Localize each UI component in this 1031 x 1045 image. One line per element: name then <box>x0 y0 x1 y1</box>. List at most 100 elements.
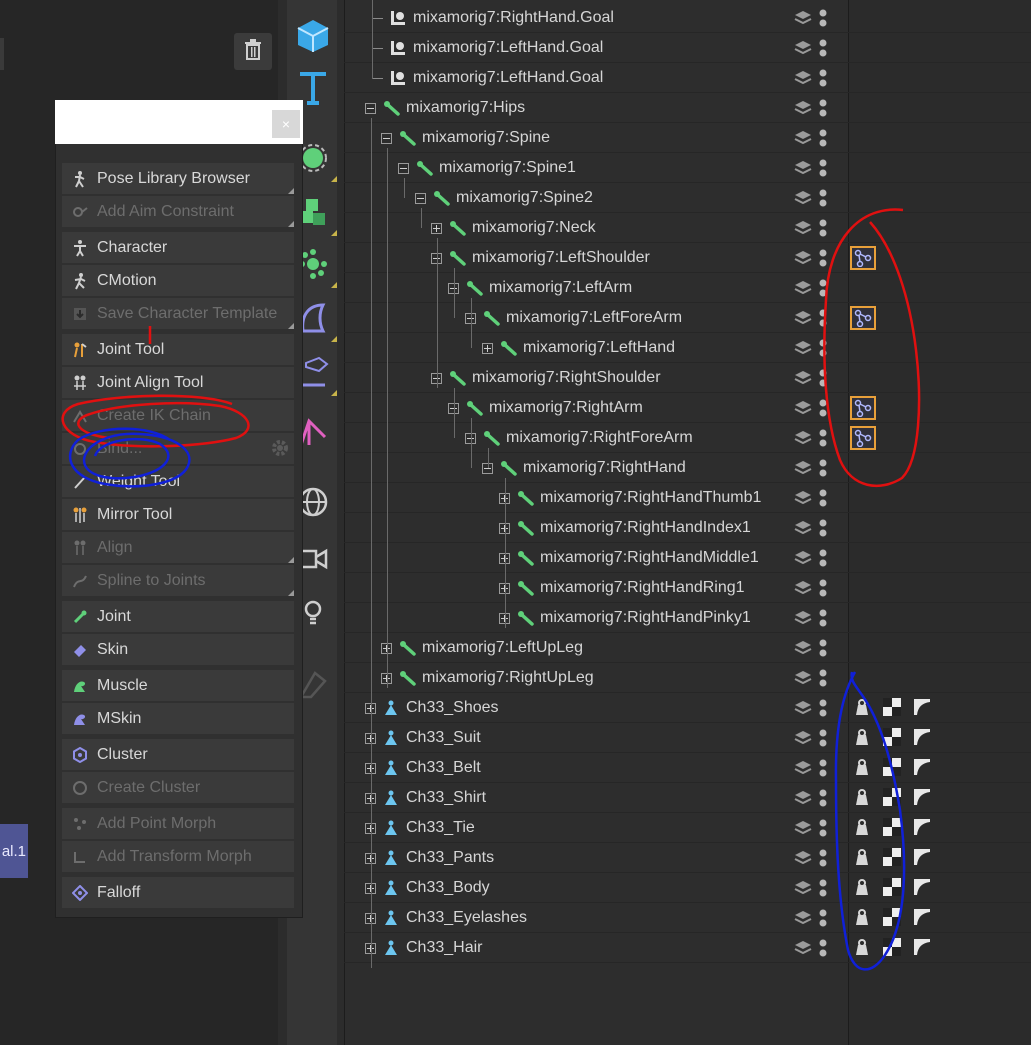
visibility-dots-icon[interactable] <box>819 339 827 357</box>
menu-item-save-template[interactable]: Save Character Template <box>62 298 294 329</box>
layer-icon[interactable] <box>794 189 812 207</box>
menu-item-falloff[interactable]: Falloff <box>62 877 294 908</box>
outliner-row[interactable]: mixamorig7:Hips <box>365 93 525 123</box>
layer-icon[interactable] <box>794 519 812 537</box>
menu-item-joint-align[interactable]: Joint Align Tool <box>62 367 294 398</box>
texture-tag-icon[interactable] <box>882 727 902 747</box>
texture-tag-icon[interactable] <box>882 907 902 927</box>
visibility-dots-icon[interactable] <box>819 639 827 657</box>
visibility-dots-icon[interactable] <box>819 909 827 927</box>
gear-icon[interactable] <box>270 438 290 463</box>
collapse-toggle[interactable] <box>415 192 426 204</box>
visibility-dots-icon[interactable] <box>819 489 827 507</box>
menu-item-pose[interactable]: Pose Library Browser <box>62 163 294 194</box>
texture-tag-icon[interactable] <box>882 877 902 897</box>
outliner-row[interactable]: mixamorig7:Spine <box>381 123 550 153</box>
visibility-dots-icon[interactable] <box>819 759 827 777</box>
outliner-row[interactable]: Ch33_Pants <box>365 843 494 873</box>
layer-icon[interactable] <box>794 279 812 297</box>
visibility-dots-icon[interactable] <box>819 69 827 87</box>
menu-item-spline-joints[interactable]: Spline to Joints <box>62 565 294 596</box>
outliner-row[interactable]: mixamorig7:RightHandMiddle1 <box>499 543 759 573</box>
menu-item-aim-constraint[interactable]: Add Aim Constraint <box>62 196 294 227</box>
outliner-row[interactable]: Ch33_Eyelashes <box>365 903 527 933</box>
phong-tag-icon[interactable] <box>912 697 932 717</box>
outliner-row[interactable]: Ch33_Tie <box>365 813 475 843</box>
outliner-row[interactable]: mixamorig7:LeftForeArm <box>465 303 682 333</box>
outliner-row[interactable]: mixamorig7:LeftHand.Goal <box>372 33 603 63</box>
phong-tag-icon[interactable] <box>912 937 932 957</box>
visibility-dots-icon[interactable] <box>819 189 827 207</box>
layer-icon[interactable] <box>794 909 812 927</box>
outliner-row[interactable]: mixamorig7:RightHandPinky1 <box>499 603 751 633</box>
layer-icon[interactable] <box>794 339 812 357</box>
texture-tag-icon[interactable] <box>882 757 902 777</box>
weight-tag-icon[interactable] <box>852 877 872 897</box>
layer-icon[interactable] <box>794 729 812 747</box>
menu-item-bind[interactable]: Bind... <box>62 433 294 464</box>
outliner-row[interactable]: mixamorig7:RightHand <box>482 453 686 483</box>
layer-icon[interactable] <box>794 369 812 387</box>
visibility-dots-icon[interactable] <box>819 219 827 237</box>
menu-item-mskin[interactable]: MSkin <box>62 703 294 734</box>
visibility-dots-icon[interactable] <box>819 129 827 147</box>
menu-item-weight-tool[interactable]: Weight Tool <box>62 466 294 497</box>
layer-icon[interactable] <box>794 939 812 957</box>
outliner-row[interactable]: mixamorig7:RightHandRing1 <box>499 573 745 603</box>
outliner-row[interactable]: mixamorig7:LeftHand.Goal <box>372 63 603 93</box>
trash-button[interactable] <box>234 33 272 70</box>
menu-item-character[interactable]: Character <box>62 232 294 263</box>
visibility-dots-icon[interactable] <box>819 789 827 807</box>
visibility-dots-icon[interactable] <box>819 699 827 717</box>
toolbar-button-cube[interactable] <box>293 16 333 60</box>
visibility-dots-icon[interactable] <box>819 849 827 867</box>
layer-icon[interactable] <box>794 99 812 117</box>
outliner-row[interactable]: Ch33_Suit <box>365 723 481 753</box>
phong-tag-icon[interactable] <box>912 727 932 747</box>
visibility-dots-icon[interactable] <box>819 729 827 747</box>
layer-icon[interactable] <box>794 549 812 567</box>
layer-icon[interactable] <box>794 69 812 87</box>
menu-item-ik-chain[interactable]: Create IK Chain <box>62 400 294 431</box>
weight-tag-icon[interactable] <box>852 787 872 807</box>
visibility-dots-icon[interactable] <box>819 879 827 897</box>
weight-tag-icon[interactable] <box>852 697 872 717</box>
layer-icon[interactable] <box>794 249 812 267</box>
layer-icon[interactable] <box>794 399 812 417</box>
outliner-row[interactable]: mixamorig7:RightShoulder <box>431 363 661 393</box>
phong-tag-icon[interactable] <box>912 787 932 807</box>
expand-toggle[interactable] <box>431 222 442 234</box>
visibility-dots-icon[interactable] <box>819 39 827 57</box>
texture-tag-icon[interactable] <box>882 787 902 807</box>
outliner-row[interactable]: mixamorig7:LeftArm <box>448 273 632 303</box>
texture-tag-icon[interactable] <box>882 847 902 867</box>
visibility-dots-icon[interactable] <box>819 249 827 267</box>
layer-icon[interactable] <box>794 849 812 867</box>
menu-item-joint-tool[interactable]: Joint Tool <box>62 334 294 365</box>
outliner-row[interactable]: mixamorig7:RightHandThumb1 <box>499 483 761 513</box>
weight-tag-icon[interactable] <box>852 937 872 957</box>
outliner-row[interactable]: mixamorig7:Neck <box>431 213 596 243</box>
layer-icon[interactable] <box>794 789 812 807</box>
collapse-toggle[interactable] <box>365 102 376 114</box>
layer-icon[interactable] <box>794 9 812 27</box>
outliner-row[interactable]: Ch33_Belt <box>365 753 481 783</box>
outliner-row[interactable]: mixamorig7:LeftUpLeg <box>381 633 583 663</box>
phong-tag-icon[interactable] <box>912 757 932 777</box>
layer-icon[interactable] <box>794 609 812 627</box>
expand-toggle[interactable] <box>482 342 493 354</box>
outliner-row[interactable]: mixamorig7:RightForeArm <box>465 423 693 453</box>
popup-close-button[interactable]: × <box>272 110 300 138</box>
outliner-row[interactable]: mixamorig7:RightUpLeg <box>381 663 594 693</box>
phong-tag-icon[interactable] <box>912 847 932 867</box>
collapse-toggle[interactable] <box>398 162 409 174</box>
layer-icon[interactable] <box>794 219 812 237</box>
phong-tag-icon[interactable] <box>912 877 932 897</box>
layer-icon[interactable] <box>794 39 812 57</box>
visibility-dots-icon[interactable] <box>819 429 827 447</box>
layer-icon[interactable] <box>794 159 812 177</box>
phong-tag-icon[interactable] <box>912 907 932 927</box>
object-tag-label[interactable]: al.1 <box>0 824 28 878</box>
visibility-dots-icon[interactable] <box>819 609 827 627</box>
popup-title-bar[interactable] <box>55 100 303 144</box>
